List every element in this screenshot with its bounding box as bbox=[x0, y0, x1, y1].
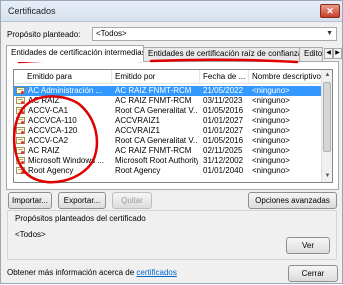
cell-issued-by: ACCVRAIZ1 bbox=[115, 116, 160, 125]
certificates-link[interactable]: certificados bbox=[136, 268, 176, 277]
cell-issued-to: Microsoft Windows ... bbox=[28, 156, 105, 165]
cell-name: <ninguno> bbox=[252, 136, 290, 145]
column-header-issued-to[interactable]: Emitido para bbox=[27, 72, 72, 81]
tab-panel: Emitido para Emitido por Fecha de ... No… bbox=[6, 61, 339, 190]
certificate-icon bbox=[16, 157, 25, 164]
tab-bar: Entidades de certificación intermedias E… bbox=[6, 45, 342, 62]
cell-issued-to: AC Administración ... bbox=[28, 86, 103, 95]
certificate-icon bbox=[16, 117, 25, 124]
cell-name: <ninguno> bbox=[252, 156, 290, 165]
table-row[interactable]: ACCV-CA1 Root CA Generalitat V... 01/05/20… bbox=[14, 106, 322, 116]
cell-issued-to: ACCV-CA1 bbox=[28, 106, 69, 115]
purpose-select[interactable]: <Todos> ▼ bbox=[92, 27, 337, 41]
cell-date: 01/01/2027 bbox=[203, 126, 244, 135]
table-row[interactable]: Root Agency Root Agency 01/01/2040 <ninguno… bbox=[14, 166, 322, 176]
cell-issued-to: ACCVCA-120 bbox=[28, 126, 78, 135]
cell-name: <ninguno> bbox=[252, 126, 290, 135]
column-header-issued-by[interactable]: Emitido por bbox=[115, 72, 155, 81]
cell-date: 03/11/2023 bbox=[203, 96, 243, 105]
view-button[interactable]: Ver bbox=[286, 237, 330, 254]
certificate-icon bbox=[16, 97, 25, 104]
cell-issued-by: ACCVRAIZ1 bbox=[115, 126, 160, 135]
cell-date: 01/01/2027 bbox=[203, 116, 244, 125]
cell-date: 01/05/2016 bbox=[203, 106, 244, 115]
cell-issued-to: Root Agency bbox=[28, 166, 74, 175]
certificate-icon bbox=[16, 127, 25, 134]
cell-date: 31/12/2002 bbox=[203, 156, 244, 165]
certificate-icon bbox=[16, 107, 25, 114]
cell-date: 21/05/2022 bbox=[203, 86, 244, 95]
advanced-options-button[interactable]: Opciones avanzadas bbox=[248, 192, 337, 209]
cell-issued-by: Root Agency bbox=[115, 166, 161, 175]
remove-button[interactable]: Quitar bbox=[112, 192, 152, 209]
list-header: Emitido para Emitido por Fecha de ... No… bbox=[14, 70, 322, 84]
table-row[interactable]: ACCVCA-120 ACCVRAIZ1 01/01/2027 <ninguno> bbox=[14, 126, 322, 136]
cell-name: <ninguno> bbox=[252, 86, 290, 95]
table-row[interactable]: AC RAIZ AC RAIZ FNMT-RCM 03/11/2023 <ningun… bbox=[14, 96, 322, 106]
cell-issued-to: AC RAIZ bbox=[28, 146, 60, 155]
cell-issued-by: Root CA Generalitat V... bbox=[115, 106, 198, 115]
cell-issued-by: AC RAIZ FNMT-RCM bbox=[115, 146, 192, 155]
cell-issued-to: ACCV-CA2 bbox=[28, 136, 69, 145]
cell-date: 01/05/2016 bbox=[203, 136, 244, 145]
cell-date: 01/01/2040 bbox=[203, 166, 244, 175]
cell-issued-to: AC RAIZ bbox=[28, 96, 60, 105]
purpose-value: <Todos> bbox=[96, 29, 127, 38]
cell-issued-by: AC RAIZ FNMT-RCM bbox=[115, 96, 192, 105]
scroll-down-icon[interactable]: ▼ bbox=[322, 171, 332, 181]
cell-name: <ninguno> bbox=[252, 96, 290, 105]
cell-name: <ninguno> bbox=[252, 146, 290, 155]
footer-text: Obtener más información acerca de bbox=[7, 268, 137, 277]
table-row[interactable]: Microsoft Windows ... Microsoft Root Auth… bbox=[14, 156, 322, 166]
scroll-up-icon[interactable]: ▲ bbox=[322, 70, 332, 80]
title-bar: Certificados ✕ bbox=[1, 1, 342, 22]
certificate-list[interactable]: Emitido para Emitido por Fecha de ... No… bbox=[13, 69, 333, 183]
table-row[interactable]: AC Administración ... AC RAIZ FNMT-RCM 21/… bbox=[14, 86, 322, 96]
close-button[interactable]: Cerrar bbox=[288, 265, 338, 282]
vertical-scrollbar[interactable]: ▲ ▼ bbox=[321, 70, 332, 182]
tab-scroll-left-icon[interactable]: ◀ bbox=[324, 48, 333, 59]
purposes-value: <Todos> bbox=[15, 230, 46, 239]
cell-issued-to: ACCVCA-110 bbox=[28, 116, 77, 125]
footer-info: Obtener más información acerca de certif… bbox=[7, 268, 177, 277]
column-header-friendly-name[interactable]: Nombre descriptivo bbox=[252, 72, 321, 81]
cell-issued-by: AC RAIZ FNMT-RCM bbox=[115, 86, 192, 95]
table-row[interactable]: AC RAIZ AC RAIZ FNMT-RCM 02/11/2025 <ningun… bbox=[14, 146, 322, 156]
column-header-expiration[interactable]: Fecha de ... bbox=[203, 72, 245, 81]
tab-publishers[interactable]: Editor bbox=[299, 47, 323, 61]
purpose-label: Propósito planteado: bbox=[7, 30, 81, 39]
cell-date: 02/11/2025 bbox=[203, 146, 243, 155]
table-row[interactable]: ACCVCA-110 ACCVRAIZ1 01/01/2027 <ninguno> bbox=[14, 116, 322, 126]
certificate-icon bbox=[16, 87, 25, 94]
chevron-down-icon: ▼ bbox=[326, 30, 333, 37]
table-row[interactable]: ACCV-CA2 Root CA Generalitat V... 01/05/20… bbox=[14, 136, 322, 146]
tab-intermediate-cas[interactable]: Entidades de certificación intermedias bbox=[6, 45, 144, 62]
certificate-icon bbox=[16, 147, 25, 154]
window-title: Certificados bbox=[8, 6, 56, 16]
cell-name: <ninguno> bbox=[252, 166, 290, 175]
cell-issued-by: Root CA Generalitat V... bbox=[115, 136, 198, 145]
certificates-dialog: Certificados ✕ Propósito planteado: <Tod… bbox=[0, 0, 343, 284]
export-button[interactable]: Exportar... bbox=[58, 192, 106, 209]
cell-name: <ninguno> bbox=[252, 106, 290, 115]
certificate-icon bbox=[16, 167, 25, 174]
close-window-button[interactable]: ✕ bbox=[320, 4, 340, 18]
scroll-thumb[interactable] bbox=[323, 82, 331, 152]
cell-issued-by: Microsoft Root Authority bbox=[115, 156, 198, 165]
purposes-title: Propósitos planteados del certificado bbox=[15, 214, 146, 223]
certificate-icon bbox=[16, 137, 25, 144]
cell-name: <ninguno> bbox=[252, 116, 290, 125]
import-button[interactable]: Importar... bbox=[8, 192, 52, 209]
tab-trusted-root-cas[interactable]: Entidades de certificación raíz de confi… bbox=[143, 47, 300, 61]
tab-scroll-right-icon[interactable]: ▶ bbox=[333, 48, 342, 59]
